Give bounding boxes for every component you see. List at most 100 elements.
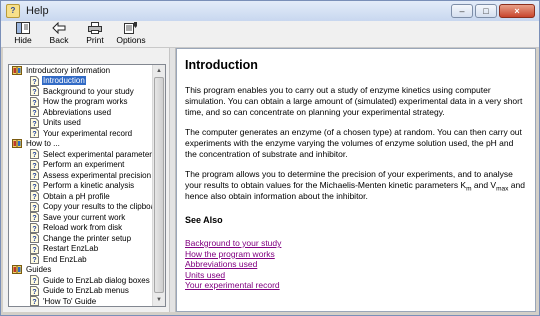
minimize-button[interactable]: –	[451, 4, 473, 18]
tree-list: Introductory information? Introduction? Ba…	[9, 65, 162, 306]
back-button[interactable]: Back	[41, 21, 77, 47]
hide-pane-icon	[16, 22, 30, 34]
topic-pane: Introduction This program enables you to…	[176, 48, 536, 312]
tree-topic-abbreviations-used[interactable]: ? Abbreviations used	[9, 107, 152, 118]
tree-topic-how-the-program-works[interactable]: ? How the program works	[9, 96, 152, 108]
tree-topic-restart-enzlab[interactable]: ? Restart EnzLab	[9, 243, 152, 255]
tree-topic-select-experimental-parameters[interactable]: ? Select experimental parameters	[9, 149, 156, 160]
tree-book-introductory-information[interactable]: Introductory information	[9, 65, 152, 76]
tree-topic-background-to-your-study[interactable]: ? Background to your study	[9, 86, 152, 97]
tree-topic-label: Select experimental parameters	[43, 149, 156, 159]
tree-topic-introduction[interactable]: ? Introduction	[9, 75, 152, 87]
help-topic-icon: ?	[30, 159, 39, 170]
help-topic-icon: ?	[30, 233, 39, 244]
help-topic-icon: ?	[30, 149, 39, 160]
window-title: Help	[26, 5, 49, 17]
svg-text:?: ?	[32, 131, 36, 138]
svg-text:?: ?	[32, 289, 36, 296]
tree-topic-label: Guide to EnzLab dialog boxes	[43, 275, 150, 285]
link-how-program-works[interactable]: How the program works	[185, 249, 525, 260]
back-arrow-icon	[52, 22, 66, 34]
svg-text:?: ?	[32, 205, 36, 212]
tree-topic-save-your-current-work[interactable]: ? Save your current work	[9, 212, 152, 223]
print-label: Print	[86, 35, 104, 45]
tree-topic-label: Obtain a pH profile	[43, 191, 110, 201]
tree-book-how-to[interactable]: How to ...	[9, 139, 152, 150]
help-topic-icon: ?	[30, 86, 39, 97]
options-icon	[124, 22, 138, 34]
tree-topic-label: Copy your results to the clipboard	[43, 202, 163, 212]
svg-text:?: ?	[32, 236, 36, 243]
tree-topic-label: Assess experimental precision	[43, 170, 152, 180]
tree-topic-guide-to-enzlab-dialog-boxes[interactable]: ? Guide to EnzLab dialog boxes	[9, 275, 152, 286]
hide-label: Hide	[14, 35, 32, 45]
tree-topic-change-the-printer-setup[interactable]: ? Change the printer setup	[9, 233, 152, 244]
svg-text:?: ?	[32, 163, 36, 170]
scroll-down-icon[interactable]: ▼	[154, 295, 164, 305]
svg-text:?: ?	[32, 226, 36, 233]
tree-topic-label: Introduction	[42, 76, 86, 86]
tree-book-label: How to ...	[26, 139, 60, 149]
intro-paragraph-1: This program enables you to carry out a …	[185, 85, 523, 117]
svg-text:?: ?	[32, 215, 36, 222]
scroll-up-icon[interactable]: ▲	[154, 66, 164, 76]
tree-topic-label: Guide to EnzLab menus	[43, 286, 129, 296]
help-topic-icon: ?	[30, 107, 39, 118]
tree-topic-how-to-guide[interactable]: ? 'How To' Guide	[9, 296, 152, 306]
help-topic-icon: ?	[30, 222, 39, 233]
paragraph-3-text-a: The program allows you to determine the …	[185, 169, 513, 190]
svg-text:?: ?	[32, 100, 36, 107]
hide-button[interactable]: Hide	[5, 21, 41, 47]
title-bar[interactable]: ? Help – □ ×	[1, 1, 539, 21]
link-experimental-record[interactable]: Your experimental record	[185, 280, 525, 291]
tree-topic-end-enzlab[interactable]: ? End EnzLab	[9, 254, 152, 265]
vmax-subscript: max	[496, 185, 509, 193]
tree-topic-label: End EnzLab	[43, 254, 87, 264]
tree-topic-label: Your experimental record	[43, 128, 133, 138]
tree-topic-perform-a-kinetic-analysis[interactable]: ? Perform a kinetic analysis	[9, 180, 152, 192]
help-topic-icon: ?	[30, 180, 39, 191]
intro-paragraph-2: The computer generates an enzyme (of a c…	[185, 127, 522, 159]
window-controls: – □ ×	[451, 4, 535, 18]
link-background[interactable]: Background to your study	[185, 238, 525, 249]
topic-heading: Introduction	[185, 58, 258, 72]
tree-topic-label: How the program works	[43, 97, 128, 107]
tree-book-label: Introductory information	[26, 65, 111, 75]
svg-text:?: ?	[32, 278, 36, 285]
see-also-links: Background to your study How the program…	[185, 238, 525, 291]
topic-content: Introduction This program enables you to…	[185, 58, 525, 291]
options-button[interactable]: Options	[113, 21, 149, 47]
open-book-icon	[12, 139, 22, 149]
tree-topic-label: 'How To' Guide	[43, 296, 97, 306]
tree-scrollbar[interactable]: ▲ ▼	[152, 65, 165, 306]
close-button[interactable]: ×	[499, 4, 535, 18]
help-topic-icon: ?	[30, 212, 39, 223]
help-topic-icon: ?	[30, 243, 39, 254]
tree-topic-copy-your-results-to-the-clipboard[interactable]: ? Copy your results to the clipboard	[9, 201, 162, 213]
help-window: ? Help – □ × Hide Back Print Options Int…	[0, 0, 540, 316]
tree-topic-units-used[interactable]: ? Units used	[9, 117, 152, 129]
maximize-button[interactable]: □	[475, 4, 497, 18]
help-topic-icon: ?	[30, 201, 39, 212]
tree-topic-reload-work-from-disk[interactable]: ? Reload work from disk	[9, 222, 152, 234]
help-topic-icon: ?	[30, 254, 39, 265]
scroll-thumb[interactable]	[154, 77, 164, 293]
tree-topic-your-experimental-record[interactable]: ? Your experimental record	[9, 128, 152, 139]
pane-splitter[interactable]	[169, 48, 176, 312]
printer-icon	[88, 22, 102, 34]
help-topic-icon: ?	[30, 75, 39, 86]
print-button[interactable]: Print	[77, 21, 113, 47]
link-abbreviations[interactable]: Abbreviations used	[185, 259, 525, 270]
help-topic-icon: ?	[30, 128, 39, 139]
tree-book-guides[interactable]: Guides	[9, 265, 152, 276]
svg-text:?: ?	[32, 299, 36, 306]
tree-topic-label: Background to your study	[43, 86, 134, 96]
svg-text:?: ?	[32, 121, 36, 128]
tree-topic-obtain-a-ph-profile[interactable]: ? Obtain a pH profile	[9, 191, 152, 202]
tree-topic-assess-experimental-precision[interactable]: ? Assess experimental precision	[9, 170, 152, 181]
tree-topic-perform-an-experiment[interactable]: ? Perform an experiment	[9, 159, 152, 171]
tree-topic-label: Restart EnzLab	[43, 244, 99, 254]
contents-tree[interactable]: Introductory information? Introduction? Ba…	[8, 64, 166, 307]
tree-topic-guide-to-enzlab-menus[interactable]: ? Guide to EnzLab menus	[9, 285, 152, 297]
link-units[interactable]: Units used	[185, 270, 525, 281]
